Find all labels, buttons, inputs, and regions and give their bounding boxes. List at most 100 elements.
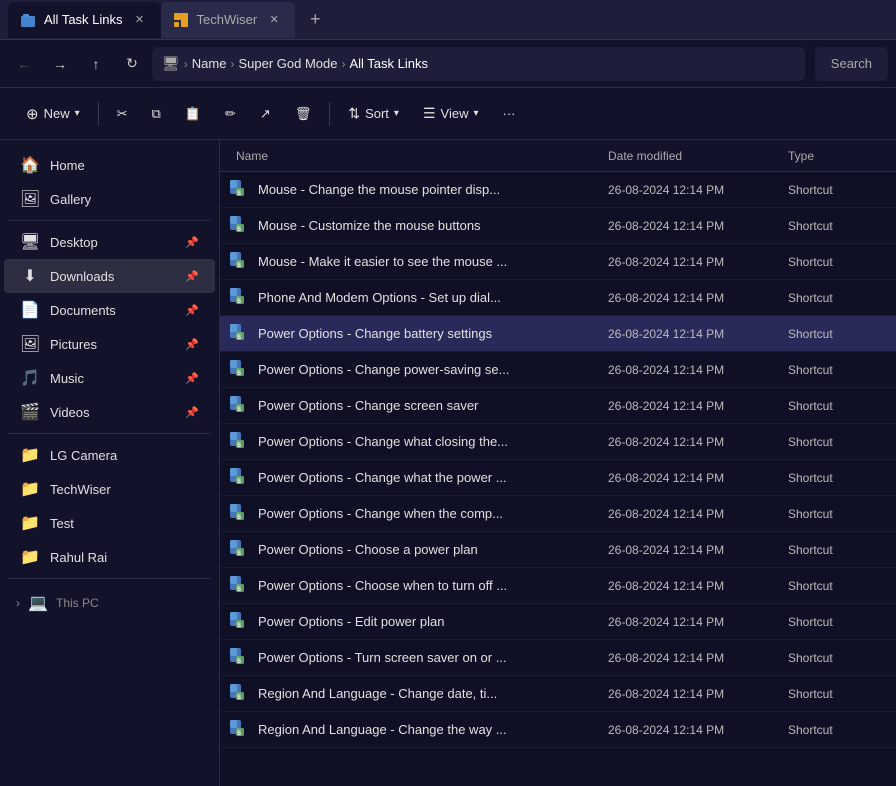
delete-icon: 🗑 <box>295 106 312 122</box>
table-row[interactable]: S Power Options - Change what the power … <box>220 460 896 496</box>
file-icon: S <box>228 502 252 526</box>
file-type: Shortcut <box>788 219 888 233</box>
file-type: Shortcut <box>788 615 888 629</box>
sidebar-label-rahulrai: Rahul Rai <box>50 550 199 565</box>
cut-button[interactable]: ✂ <box>107 100 138 128</box>
back-button[interactable]: ← <box>8 48 40 80</box>
gallery-icon: 🖼 <box>20 189 40 209</box>
table-row[interactable]: S Mouse - Change the mouse pointer disp.… <box>220 172 896 208</box>
up-button[interactable]: ↑ <box>80 48 112 80</box>
tab-all-task-links[interactable]: All Task Links ✕ <box>8 2 161 38</box>
breadcrumb-downloads[interactable]: Name <box>192 56 227 71</box>
table-row[interactable]: S Region And Language - Change the way .… <box>220 712 896 748</box>
toolbar: ⊕ New ▾ ✂ ⧉ 📋 ✏ ↗ 🗑 ⇅ Sort ▾ ☰ View ▾ ··… <box>0 88 896 140</box>
search-button[interactable]: Search <box>815 47 888 81</box>
table-row[interactable]: S Power Options - Edit power plan 26-08-… <box>220 604 896 640</box>
file-icon: S <box>228 250 252 274</box>
file-icon: S <box>228 214 252 238</box>
sidebar-item-test[interactable]: 📁 Test <box>4 506 215 540</box>
sidebar-label-videos: Videos <box>50 405 175 420</box>
file-name: Mouse - Change the mouse pointer disp... <box>258 182 608 197</box>
forward-button[interactable]: → <box>44 48 76 80</box>
svg-text:S: S <box>237 335 241 341</box>
sidebar-item-gallery[interactable]: 🖼 Gallery <box>4 182 215 216</box>
table-row[interactable]: S Power Options - Change what closing th… <box>220 424 896 460</box>
new-label: New <box>44 106 70 121</box>
view-button[interactable]: ☰ View ▾ <box>413 99 489 128</box>
lgcamera-icon: 📁 <box>20 445 40 465</box>
sidebar-item-documents[interactable]: 📄 Documents 📌 <box>4 293 215 327</box>
breadcrumb-supergodmode[interactable]: Super God Mode <box>238 56 337 71</box>
breadcrumb: 🖥 › Name › Super God Mode › All Task Lin… <box>152 47 805 81</box>
sidebar-item-rahulrai[interactable]: 📁 Rahul Rai <box>4 540 215 574</box>
delete-button[interactable]: 🗑 <box>285 100 322 128</box>
sort-label: Sort <box>365 106 389 121</box>
new-button[interactable]: ⊕ New ▾ <box>16 99 90 129</box>
table-row[interactable]: S Mouse - Customize the mouse buttons 26… <box>220 208 896 244</box>
share-icon: ↗ <box>260 106 271 122</box>
paste-icon: 📋 <box>185 106 201 122</box>
sidebar-item-techwiser[interactable]: 📁 TechWiser <box>4 472 215 506</box>
file-name: Power Options - Change what closing the.… <box>258 434 608 449</box>
sort-button[interactable]: ⇅ Sort ▾ <box>338 99 409 128</box>
file-list-header: Name Date modified Type <box>220 140 896 172</box>
table-row[interactable]: S Power Options - Change when the comp..… <box>220 496 896 532</box>
table-row[interactable]: S Power Options - Change power-saving se… <box>220 352 896 388</box>
sort-chevron: ▾ <box>394 108 399 119</box>
file-name: Region And Language - Change date, ti... <box>258 686 608 701</box>
sidebar-item-downloads[interactable]: ⬇ Downloads 📌 <box>4 259 215 293</box>
file-type: Shortcut <box>788 435 888 449</box>
sidebar-item-home[interactable]: 🏠 Home <box>4 148 215 182</box>
table-row[interactable]: S Power Options - Change screen saver 26… <box>220 388 896 424</box>
rename-button[interactable]: ✏ <box>215 100 246 128</box>
more-button[interactable]: ··· <box>493 100 526 127</box>
file-icon: S <box>228 358 252 382</box>
new-chevron: ▾ <box>75 108 80 119</box>
rahulrai-icon: 📁 <box>20 547 40 567</box>
sidebar-item-videos[interactable]: 🎬 Videos 📌 <box>4 395 215 429</box>
refresh-button[interactable]: ↻ <box>116 48 148 80</box>
test-icon: 📁 <box>20 513 40 533</box>
techwiser-icon: 📁 <box>20 479 40 499</box>
sidebar-item-desktop[interactable]: 🖥 Desktop 📌 <box>4 225 215 259</box>
tab-close-1[interactable]: ✕ <box>131 11 149 29</box>
table-row[interactable]: S Power Options - Choose a power plan 26… <box>220 532 896 568</box>
tab-close-2[interactable]: ✕ <box>265 11 283 29</box>
file-icon: S <box>228 286 252 310</box>
sidebar-item-lgcamera[interactable]: 📁 LG Camera <box>4 438 215 472</box>
copy-icon: ⧉ <box>152 106 161 122</box>
table-row[interactable]: S Power Options - Turn screen saver on o… <box>220 640 896 676</box>
table-row[interactable]: S Power Options - Change battery setting… <box>220 316 896 352</box>
svg-text:S: S <box>237 659 241 665</box>
file-date: 26-08-2024 12:14 PM <box>608 471 788 485</box>
file-icon: S <box>228 466 252 490</box>
new-tab-button[interactable]: + <box>299 4 331 36</box>
tab-label-1: All Task Links <box>44 12 123 27</box>
table-row[interactable]: S Power Options - Choose when to turn of… <box>220 568 896 604</box>
sidebar-divider-1 <box>8 220 211 221</box>
paste-button[interactable]: 📋 <box>175 100 211 128</box>
table-row[interactable]: S Phone And Modem Options - Set up dial.… <box>220 280 896 316</box>
table-row[interactable]: S Mouse - Make it easier to see the mous… <box>220 244 896 280</box>
home-icon: 🏠 <box>20 155 40 175</box>
this-pc-section[interactable]: › 💻 This PC <box>0 583 219 617</box>
file-date: 26-08-2024 12:14 PM <box>608 399 788 413</box>
tab-techwiser[interactable]: TechWiser ✕ <box>161 2 296 38</box>
file-type: Shortcut <box>788 183 888 197</box>
table-row[interactable]: S Region And Language - Change date, ti.… <box>220 676 896 712</box>
breadcrumb-current[interactable]: All Task Links <box>349 56 428 71</box>
sidebar-item-pictures[interactable]: 🖼 Pictures 📌 <box>4 327 215 361</box>
sidebar-label-music: Music <box>50 371 175 386</box>
main-content: 🏠 Home 🖼 Gallery 🖥 Desktop 📌 ⬇ Downloads… <box>0 140 896 786</box>
file-type: Shortcut <box>788 543 888 557</box>
tab-label-2: TechWiser <box>197 12 258 27</box>
view-icon: ☰ <box>423 105 436 122</box>
sidebar-item-music[interactable]: 🎵 Music 📌 <box>4 361 215 395</box>
svg-text:S: S <box>237 407 241 413</box>
svg-text:S: S <box>237 263 241 269</box>
svg-text:S: S <box>237 551 241 557</box>
copy-button[interactable]: ⧉ <box>142 100 171 128</box>
sep-3: › <box>341 57 345 71</box>
pin-icon-downloads: 📌 <box>185 270 199 283</box>
share-button[interactable]: ↗ <box>250 100 281 128</box>
